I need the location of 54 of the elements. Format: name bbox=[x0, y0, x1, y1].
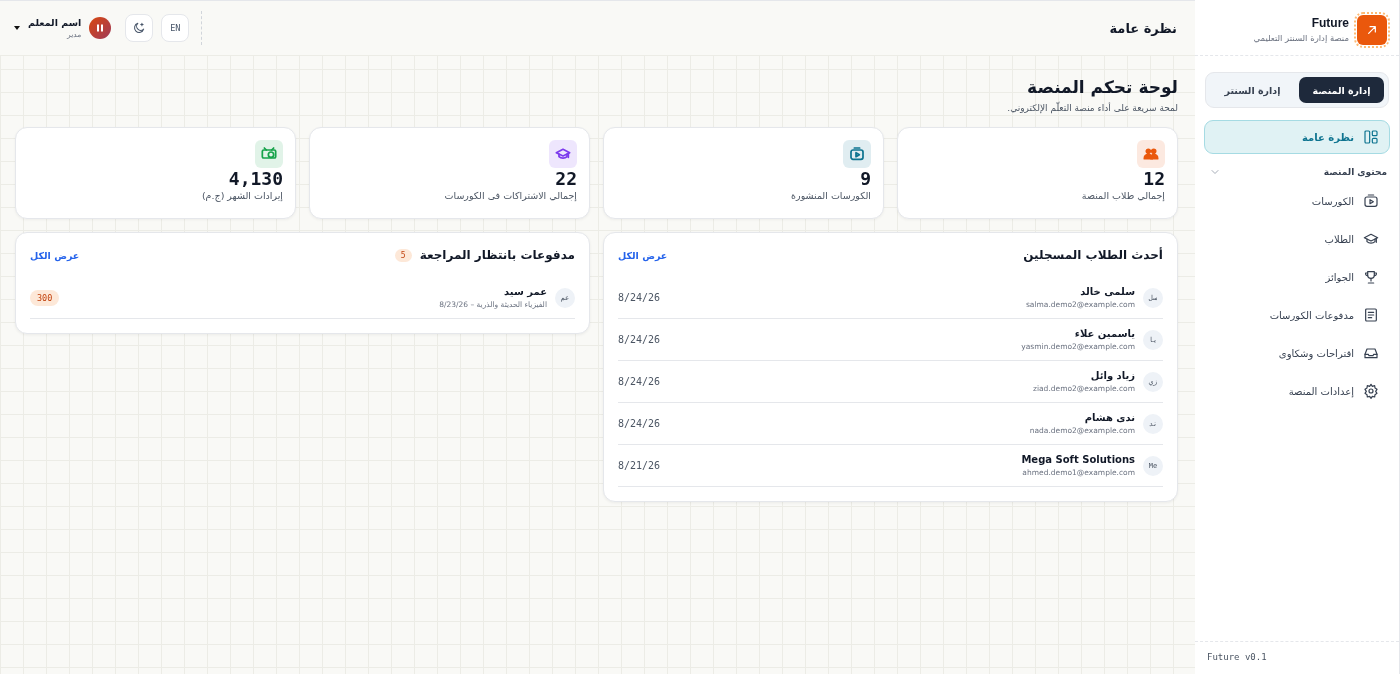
document-icon bbox=[1363, 307, 1379, 323]
nav-item[interactable]: إعدادات المنصة bbox=[1204, 372, 1390, 410]
date-text: 8/24/26 bbox=[618, 292, 661, 303]
stat-label: إجمالي طلاب المنصة bbox=[1081, 190, 1165, 201]
nav-item[interactable]: مدفوعات الكورسات bbox=[1204, 296, 1390, 334]
video-icon bbox=[1363, 193, 1379, 209]
nav-item[interactable]: نظرة عامة bbox=[1204, 120, 1390, 154]
view-all-link[interactable]: عرض الكل bbox=[30, 249, 80, 261]
tab[interactable]: إدارة المنصة bbox=[1299, 77, 1384, 103]
amount-badge: 300 bbox=[30, 289, 60, 306]
tab[interactable]: إدارة السنتر bbox=[1210, 77, 1295, 103]
graduation-cap-icon bbox=[1363, 231, 1379, 247]
version-label: Future v0.1 bbox=[1207, 652, 1267, 662]
stat-label: إجمالي الاشتراكات فى الكورسات bbox=[444, 190, 577, 201]
dashboard-subtitle: لمحة سريعة على أداء منصة التعلّم الإلكتروني. bbox=[1007, 103, 1178, 113]
stat-value: 4,130 bbox=[228, 168, 283, 189]
date-text: 8/21/26 bbox=[618, 460, 661, 471]
count-badge: 5 bbox=[394, 248, 412, 262]
brand-tagline: منصة إدارة السنتر التعليمي bbox=[1253, 33, 1349, 43]
moon-icon bbox=[132, 21, 147, 35]
page-title: نظرة عامة bbox=[1109, 20, 1177, 36]
stat-value: 9 bbox=[860, 168, 871, 189]
card-title: مدفوعات بانتظار المراجعة bbox=[419, 248, 575, 262]
dashboard-title: لوحة تحكم المنصة bbox=[1027, 77, 1178, 97]
nav-item[interactable]: الطلاب bbox=[1204, 220, 1390, 258]
theme-toggle-button[interactable] bbox=[125, 14, 154, 42]
language-button[interactable]: EN bbox=[161, 14, 190, 42]
caret-icon[interactable] bbox=[14, 26, 20, 30]
trophy-icon bbox=[1363, 269, 1379, 285]
section-heading: محتوى المنصة bbox=[1323, 167, 1387, 177]
person-name: Mega Soft Solutions bbox=[1021, 454, 1135, 465]
person-name: سلمى خالد bbox=[1079, 286, 1135, 297]
brand-name: Future bbox=[1310, 16, 1349, 30]
date-text: 8/24/26 bbox=[618, 376, 661, 387]
nav-item[interactable]: اقتراحات وشكاوى bbox=[1204, 334, 1390, 372]
stat-label: إيرادات الشهر (ج.م) bbox=[201, 190, 283, 201]
person-name: ياسمين علاء bbox=[1073, 328, 1135, 339]
stat-value: 12 bbox=[1143, 168, 1165, 189]
user-avatar[interactable] bbox=[89, 17, 112, 39]
settings-icon bbox=[1363, 383, 1379, 399]
view-all-link[interactable]: عرض الكل bbox=[618, 249, 668, 261]
date-text: 8/24/26 bbox=[618, 418, 661, 429]
date-text: 8/24/26 bbox=[618, 334, 661, 345]
stat-label: الكورسات المنشورة bbox=[791, 190, 871, 201]
stat-value: 22 bbox=[555, 168, 577, 189]
card-title: أحدث الطلاب المسجلين bbox=[1023, 248, 1163, 262]
inbox-icon bbox=[1363, 345, 1379, 361]
person-name: عمر سيد bbox=[503, 286, 547, 297]
person-name: ندى هشام bbox=[1083, 412, 1135, 423]
layout-grid-icon bbox=[1363, 129, 1379, 145]
nav-item[interactable]: الكورسات bbox=[1204, 182, 1390, 220]
user-name: اسم المعلم bbox=[28, 17, 82, 28]
person-name: زياد وائل bbox=[1089, 370, 1135, 381]
nav-item[interactable]: الجوائز bbox=[1204, 258, 1390, 296]
